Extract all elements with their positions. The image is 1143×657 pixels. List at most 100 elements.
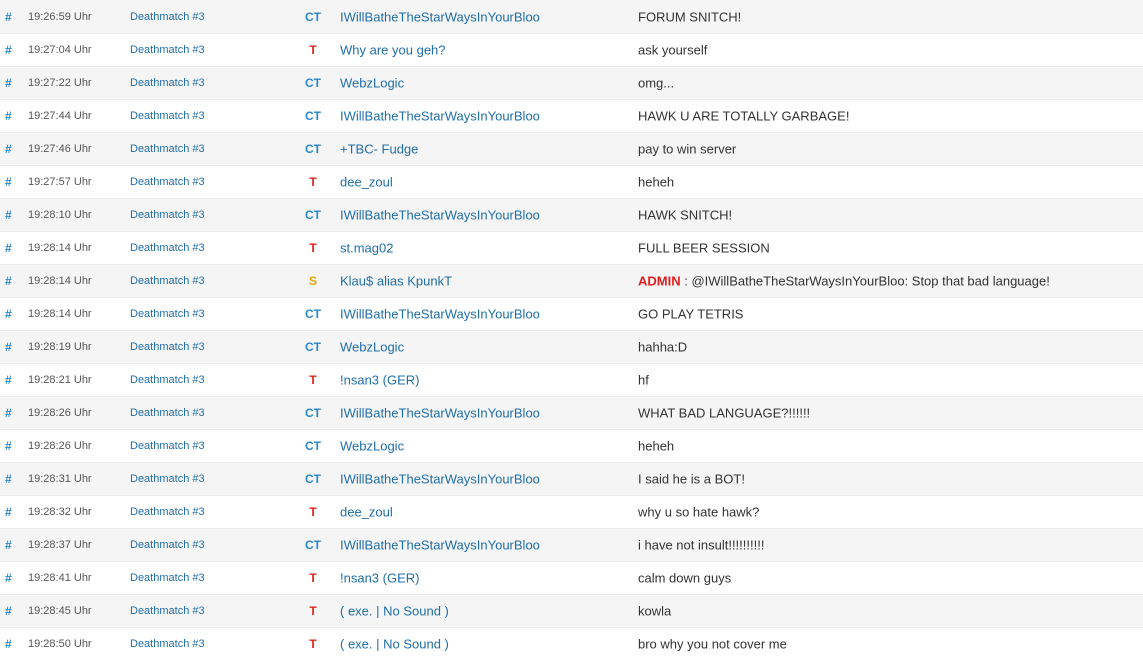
player-name-link[interactable]: WebzLogic	[340, 439, 404, 454]
player-name-link[interactable]: !nsan3 (GER)	[340, 373, 419, 388]
message-body: heheh	[638, 438, 675, 454]
player-name-link[interactable]: WebzLogic	[340, 76, 404, 91]
message-body: ask yourself	[638, 42, 708, 58]
team-badge: T	[309, 43, 317, 57]
message-timestamp: 19:28:45 Uhr	[28, 605, 92, 617]
permalink-hash[interactable]: #	[5, 109, 12, 123]
chat-row: # 19:28:19 Uhr Deathmatch #3 CT WebzLogi…	[0, 331, 1143, 364]
chat-log: # 19:26:59 Uhr Deathmatch #3 CT IWillBat…	[0, 0, 1143, 657]
message-body: WHAT BAD LANGUAGE?!!!!!!	[638, 405, 811, 421]
message-body: bro why you not cover me	[638, 636, 787, 652]
server-link[interactable]: Deathmatch #3	[130, 143, 205, 155]
team-badge: CT	[305, 538, 321, 552]
message-body: HAWK SNITCH!	[638, 207, 733, 223]
server-link[interactable]: Deathmatch #3	[130, 77, 205, 89]
permalink-hash[interactable]: #	[5, 604, 12, 618]
permalink-hash[interactable]: #	[5, 241, 12, 255]
message-text: hf	[638, 373, 649, 388]
permalink-hash[interactable]: #	[5, 373, 12, 387]
chat-row: # 19:28:37 Uhr Deathmatch #3 CT IWillBat…	[0, 529, 1143, 562]
server-link[interactable]: Deathmatch #3	[130, 308, 205, 320]
permalink-hash[interactable]: #	[5, 340, 12, 354]
server-link[interactable]: Deathmatch #3	[130, 176, 205, 188]
player-name-link[interactable]: dee_zoul	[340, 175, 393, 190]
team-badge: CT	[305, 307, 321, 321]
player-name-link[interactable]: WebzLogic	[340, 340, 404, 355]
player-name-link[interactable]: ( exe. | No Sound )	[340, 604, 449, 619]
server-link[interactable]: Deathmatch #3	[130, 506, 205, 518]
permalink-hash[interactable]: #	[5, 274, 12, 288]
server-link[interactable]: Deathmatch #3	[130, 572, 205, 584]
team-badge: T	[309, 241, 317, 255]
permalink-hash[interactable]: #	[5, 142, 12, 156]
permalink-hash[interactable]: #	[5, 505, 12, 519]
server-link[interactable]: Deathmatch #3	[130, 440, 205, 452]
permalink-hash[interactable]: #	[5, 406, 12, 420]
permalink-hash[interactable]: #	[5, 307, 12, 321]
message-body: heheh	[638, 174, 675, 190]
message-text: HAWK U ARE TOTALLY GARBAGE!	[638, 109, 849, 124]
server-link[interactable]: Deathmatch #3	[130, 242, 205, 254]
player-name-link[interactable]: ( exe. | No Sound )	[340, 637, 449, 652]
player-name-link[interactable]: IWillBatheTheStarWaysInYourBloo	[340, 208, 540, 223]
server-link[interactable]: Deathmatch #3	[130, 110, 205, 122]
permalink-hash[interactable]: #	[5, 10, 12, 24]
server-link[interactable]: Deathmatch #3	[130, 539, 205, 551]
message-body: pay to win server	[638, 141, 737, 157]
chat-row: # 19:28:50 Uhr Deathmatch #3 T ( exe. | …	[0, 628, 1143, 657]
message-timestamp: 19:28:50 Uhr	[28, 638, 92, 650]
message-text: heheh	[638, 439, 674, 454]
player-name-link[interactable]: Why are you geh?	[340, 43, 446, 58]
permalink-hash[interactable]: #	[5, 175, 12, 189]
message-text: FULL BEER SESSION	[638, 241, 770, 256]
message-text: i have not insult!!!!!!!!!!	[638, 538, 764, 553]
player-name-link[interactable]: !nsan3 (GER)	[340, 571, 419, 586]
permalink-hash[interactable]: #	[5, 571, 12, 585]
server-link[interactable]: Deathmatch #3	[130, 341, 205, 353]
player-name-link[interactable]: IWillBatheTheStarWaysInYourBloo	[340, 406, 540, 421]
message-body: HAWK U ARE TOTALLY GARBAGE!	[638, 108, 850, 124]
player-name-link[interactable]: Klau$ alias KpunkT	[340, 274, 452, 289]
permalink-hash[interactable]: #	[5, 439, 12, 453]
message-timestamp: 19:28:10 Uhr	[28, 209, 92, 221]
permalink-hash[interactable]: #	[5, 637, 12, 651]
server-link[interactable]: Deathmatch #3	[130, 374, 205, 386]
message-body: hahha:D	[638, 339, 688, 355]
server-link[interactable]: Deathmatch #3	[130, 605, 205, 617]
server-link[interactable]: Deathmatch #3	[130, 638, 205, 650]
server-link[interactable]: Deathmatch #3	[130, 473, 205, 485]
chat-row: # 19:27:04 Uhr Deathmatch #3 T Why are y…	[0, 34, 1143, 67]
server-link[interactable]: Deathmatch #3	[130, 11, 205, 23]
admin-tag: ADMIN	[638, 273, 681, 289]
message-timestamp: 19:27:22 Uhr	[28, 77, 92, 89]
player-name-link[interactable]: st.mag02	[340, 241, 393, 256]
message-body: calm down guys	[638, 570, 732, 586]
team-badge: CT	[305, 109, 321, 123]
player-name-link[interactable]: +TBC- Fudge	[340, 142, 418, 157]
player-name-link[interactable]: IWillBatheTheStarWaysInYourBloo	[340, 472, 540, 487]
team-badge: T	[309, 637, 317, 651]
permalink-hash[interactable]: #	[5, 472, 12, 486]
player-name-link[interactable]: IWillBatheTheStarWaysInYourBloo	[340, 9, 540, 24]
message-timestamp: 19:27:46 Uhr	[28, 143, 92, 155]
message-text: WHAT BAD LANGUAGE?!!!!!!	[638, 406, 810, 421]
message-timestamp: 19:27:57 Uhr	[28, 176, 92, 188]
permalink-hash[interactable]: #	[5, 208, 12, 222]
team-badge: S	[308, 274, 317, 288]
team-badge: CT	[305, 208, 321, 222]
chat-row: # 19:28:45 Uhr Deathmatch #3 T ( exe. | …	[0, 595, 1143, 628]
message-timestamp: 19:26:59 Uhr	[28, 10, 92, 23]
permalink-hash[interactable]: #	[5, 538, 12, 552]
server-link[interactable]: Deathmatch #3	[130, 407, 205, 419]
player-name-link[interactable]: IWillBatheTheStarWaysInYourBloo	[340, 109, 540, 124]
player-name-link[interactable]: dee_zoul	[340, 505, 393, 520]
server-link[interactable]: Deathmatch #3	[130, 275, 205, 287]
server-link[interactable]: Deathmatch #3	[130, 44, 205, 56]
permalink-hash[interactable]: #	[5, 43, 12, 57]
server-link[interactable]: Deathmatch #3	[130, 209, 205, 221]
player-name-link[interactable]: IWillBatheTheStarWaysInYourBloo	[340, 307, 540, 322]
player-name-link[interactable]: IWillBatheTheStarWaysInYourBloo	[340, 538, 540, 553]
message-timestamp: 19:28:41 Uhr	[28, 572, 92, 584]
message-timestamp: 19:27:44 Uhr	[28, 110, 92, 122]
permalink-hash[interactable]: #	[5, 76, 12, 90]
